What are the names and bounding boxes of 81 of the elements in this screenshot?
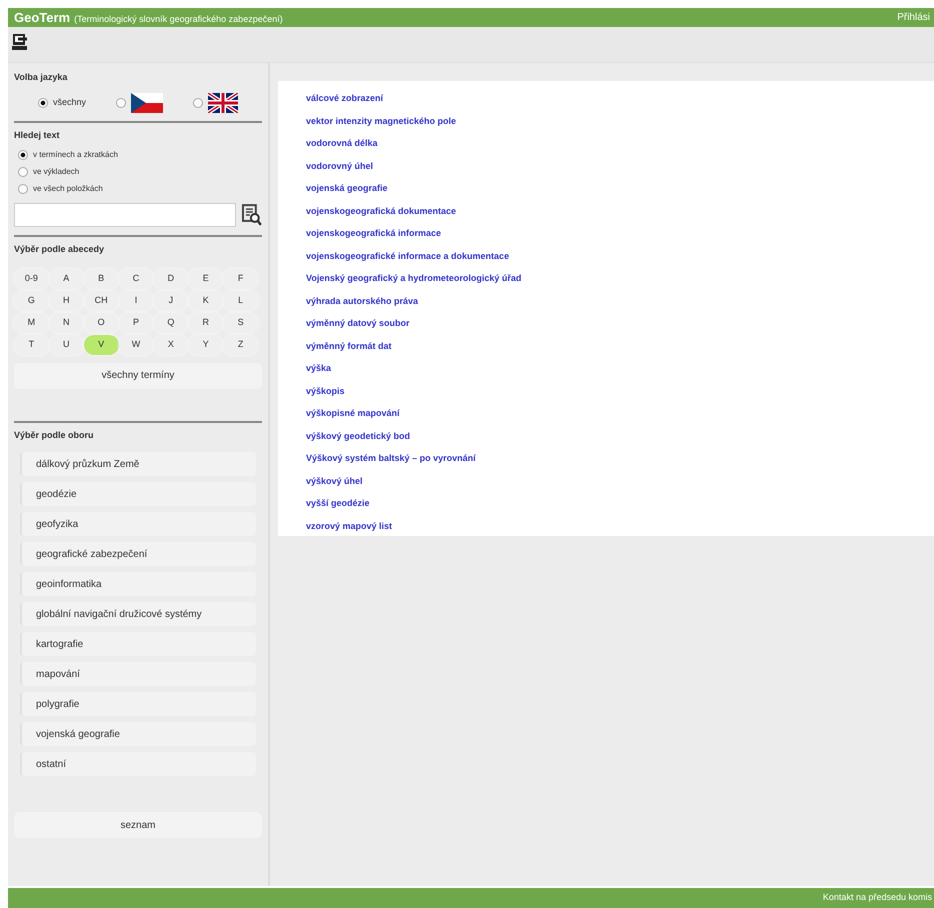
search-field[interactable]: [14, 203, 236, 227]
letter-button[interactable]: N: [48, 312, 84, 332]
logout-icon[interactable]: [12, 33, 28, 51]
letter-button[interactable]: D: [153, 268, 188, 288]
letter-button[interactable]: P: [118, 312, 154, 332]
letter-button[interactable]: K: [188, 290, 224, 310]
letter-button[interactable]: J: [153, 290, 188, 310]
letter-button[interactable]: Z: [223, 334, 258, 354]
letter-button[interactable]: L: [223, 290, 258, 310]
term-link[interactable]: vojenská geografie: [306, 177, 388, 200]
letter-button[interactable]: O: [84, 312, 119, 332]
term-link[interactable]: výměnný datový soubor: [306, 312, 410, 334]
letter-button[interactable]: 0-9: [14, 268, 49, 288]
all-terms-button[interactable]: všechny termíny: [14, 362, 262, 388]
term-link[interactable]: vojenskogeografická informace: [306, 222, 442, 244]
domain-button[interactable]: globální navigační družicové systémy: [20, 602, 256, 626]
term-link[interactable]: Výškový systém baltský – po vyrovnání: [306, 447, 476, 470]
letter-button[interactable]: R: [188, 312, 224, 332]
term-link[interactable]: vyšší geodézie: [306, 492, 370, 514]
domain-button[interactable]: vojenská geografie: [20, 722, 256, 746]
letter-button[interactable]: Y: [188, 334, 224, 354]
term-link[interactable]: válcové zobrazení: [306, 87, 384, 110]
term-link[interactable]: výška: [306, 357, 332, 380]
domain-button[interactable]: kartografie: [20, 632, 256, 656]
letter-button[interactable]: A: [48, 268, 84, 288]
domain-button[interactable]: geografické zabezpečení: [20, 542, 256, 566]
section-title: Výběr podle oboru: [14, 428, 95, 442]
domain-button[interactable]: geofyzika: [20, 512, 256, 536]
term-link[interactable]: vojenskogeografická dokumentace: [306, 200, 456, 222]
option-label: ve výkladech: [33, 166, 80, 178]
radio-button[interactable]: [18, 166, 28, 176]
term-link[interactable]: vojenskogeografické informace a dokumentace: [306, 244, 510, 267]
term-link[interactable]: výškopis: [306, 380, 345, 402]
letter-button[interactable]: F: [223, 268, 258, 288]
letter-button[interactable]: U: [48, 334, 84, 354]
uk-flag-icon[interactable]: [208, 92, 238, 112]
letter-button[interactable]: S: [223, 312, 258, 332]
radio-button[interactable]: [18, 184, 28, 194]
letter-button[interactable]: G: [14, 290, 49, 310]
letter-button[interactable]: T: [14, 334, 49, 354]
letter-button[interactable]: Q: [153, 312, 188, 332]
option-label: v termínech a zkratkách: [33, 148, 118, 160]
letter-button[interactable]: W: [118, 334, 154, 354]
letter-button[interactable]: I: [118, 290, 154, 310]
domain-button[interactable]: geodézie: [20, 482, 256, 506]
term-link[interactable]: Vojenský geografický a hydrometeorologický úřad: [306, 267, 522, 290]
letter-button[interactable]: B: [84, 268, 119, 288]
letter-button[interactable]: CH: [84, 290, 119, 310]
term-link[interactable]: vodorovná délka: [306, 132, 378, 154]
domain-button[interactable]: geoinformatika: [20, 572, 256, 596]
letter-button[interactable]: M: [14, 312, 49, 332]
radio-button[interactable]: [18, 150, 28, 160]
option-label: ve všech položkách: [33, 182, 103, 194]
domain-button[interactable]: mapování: [20, 662, 256, 686]
letter-button[interactable]: X: [153, 334, 188, 354]
section-title: Hledej text: [14, 128, 61, 142]
letter-button[interactable]: C: [118, 268, 154, 288]
term-link[interactable]: výměnný formát dat: [306, 334, 392, 357]
domain-button[interactable]: polygrafie: [20, 692, 256, 716]
radio-button[interactable]: [193, 98, 204, 108]
term-link[interactable]: vodorovný úhel: [306, 154, 374, 177]
term-link[interactable]: výškopisné mapování: [306, 402, 400, 424]
letter-button[interactable]: H: [48, 290, 84, 310]
search-icon[interactable]: [242, 204, 262, 226]
letter-button[interactable]: V: [84, 334, 119, 354]
list-button[interactable]: seznam: [14, 812, 262, 838]
domain-button[interactable]: dálkový průzkum Země: [20, 452, 256, 476]
czech-flag-icon[interactable]: [131, 92, 164, 112]
term-link[interactable]: výhrada autorského práva: [306, 290, 418, 312]
letter-button[interactable]: E: [188, 268, 224, 288]
section-title: Výběr podle abecedy: [14, 243, 106, 256]
language-label: všechny: [52, 96, 86, 109]
term-link[interactable]: výškový úhel: [306, 470, 363, 492]
radio-button[interactable]: [38, 98, 48, 108]
term-link[interactable]: výškový geodetický bod: [306, 424, 410, 447]
app-subtitle: (Terminologický slovník geografického zabezpečení): [74, 12, 283, 26]
section-title: Volba jazyka: [14, 71, 68, 84]
radio-button[interactable]: [116, 98, 126, 108]
domain-button[interactable]: ostatní: [20, 752, 256, 776]
term-link[interactable]: vzorový mapový list: [306, 514, 392, 537]
term-link[interactable]: vektor intenzity magnetického pole: [306, 110, 456, 132]
